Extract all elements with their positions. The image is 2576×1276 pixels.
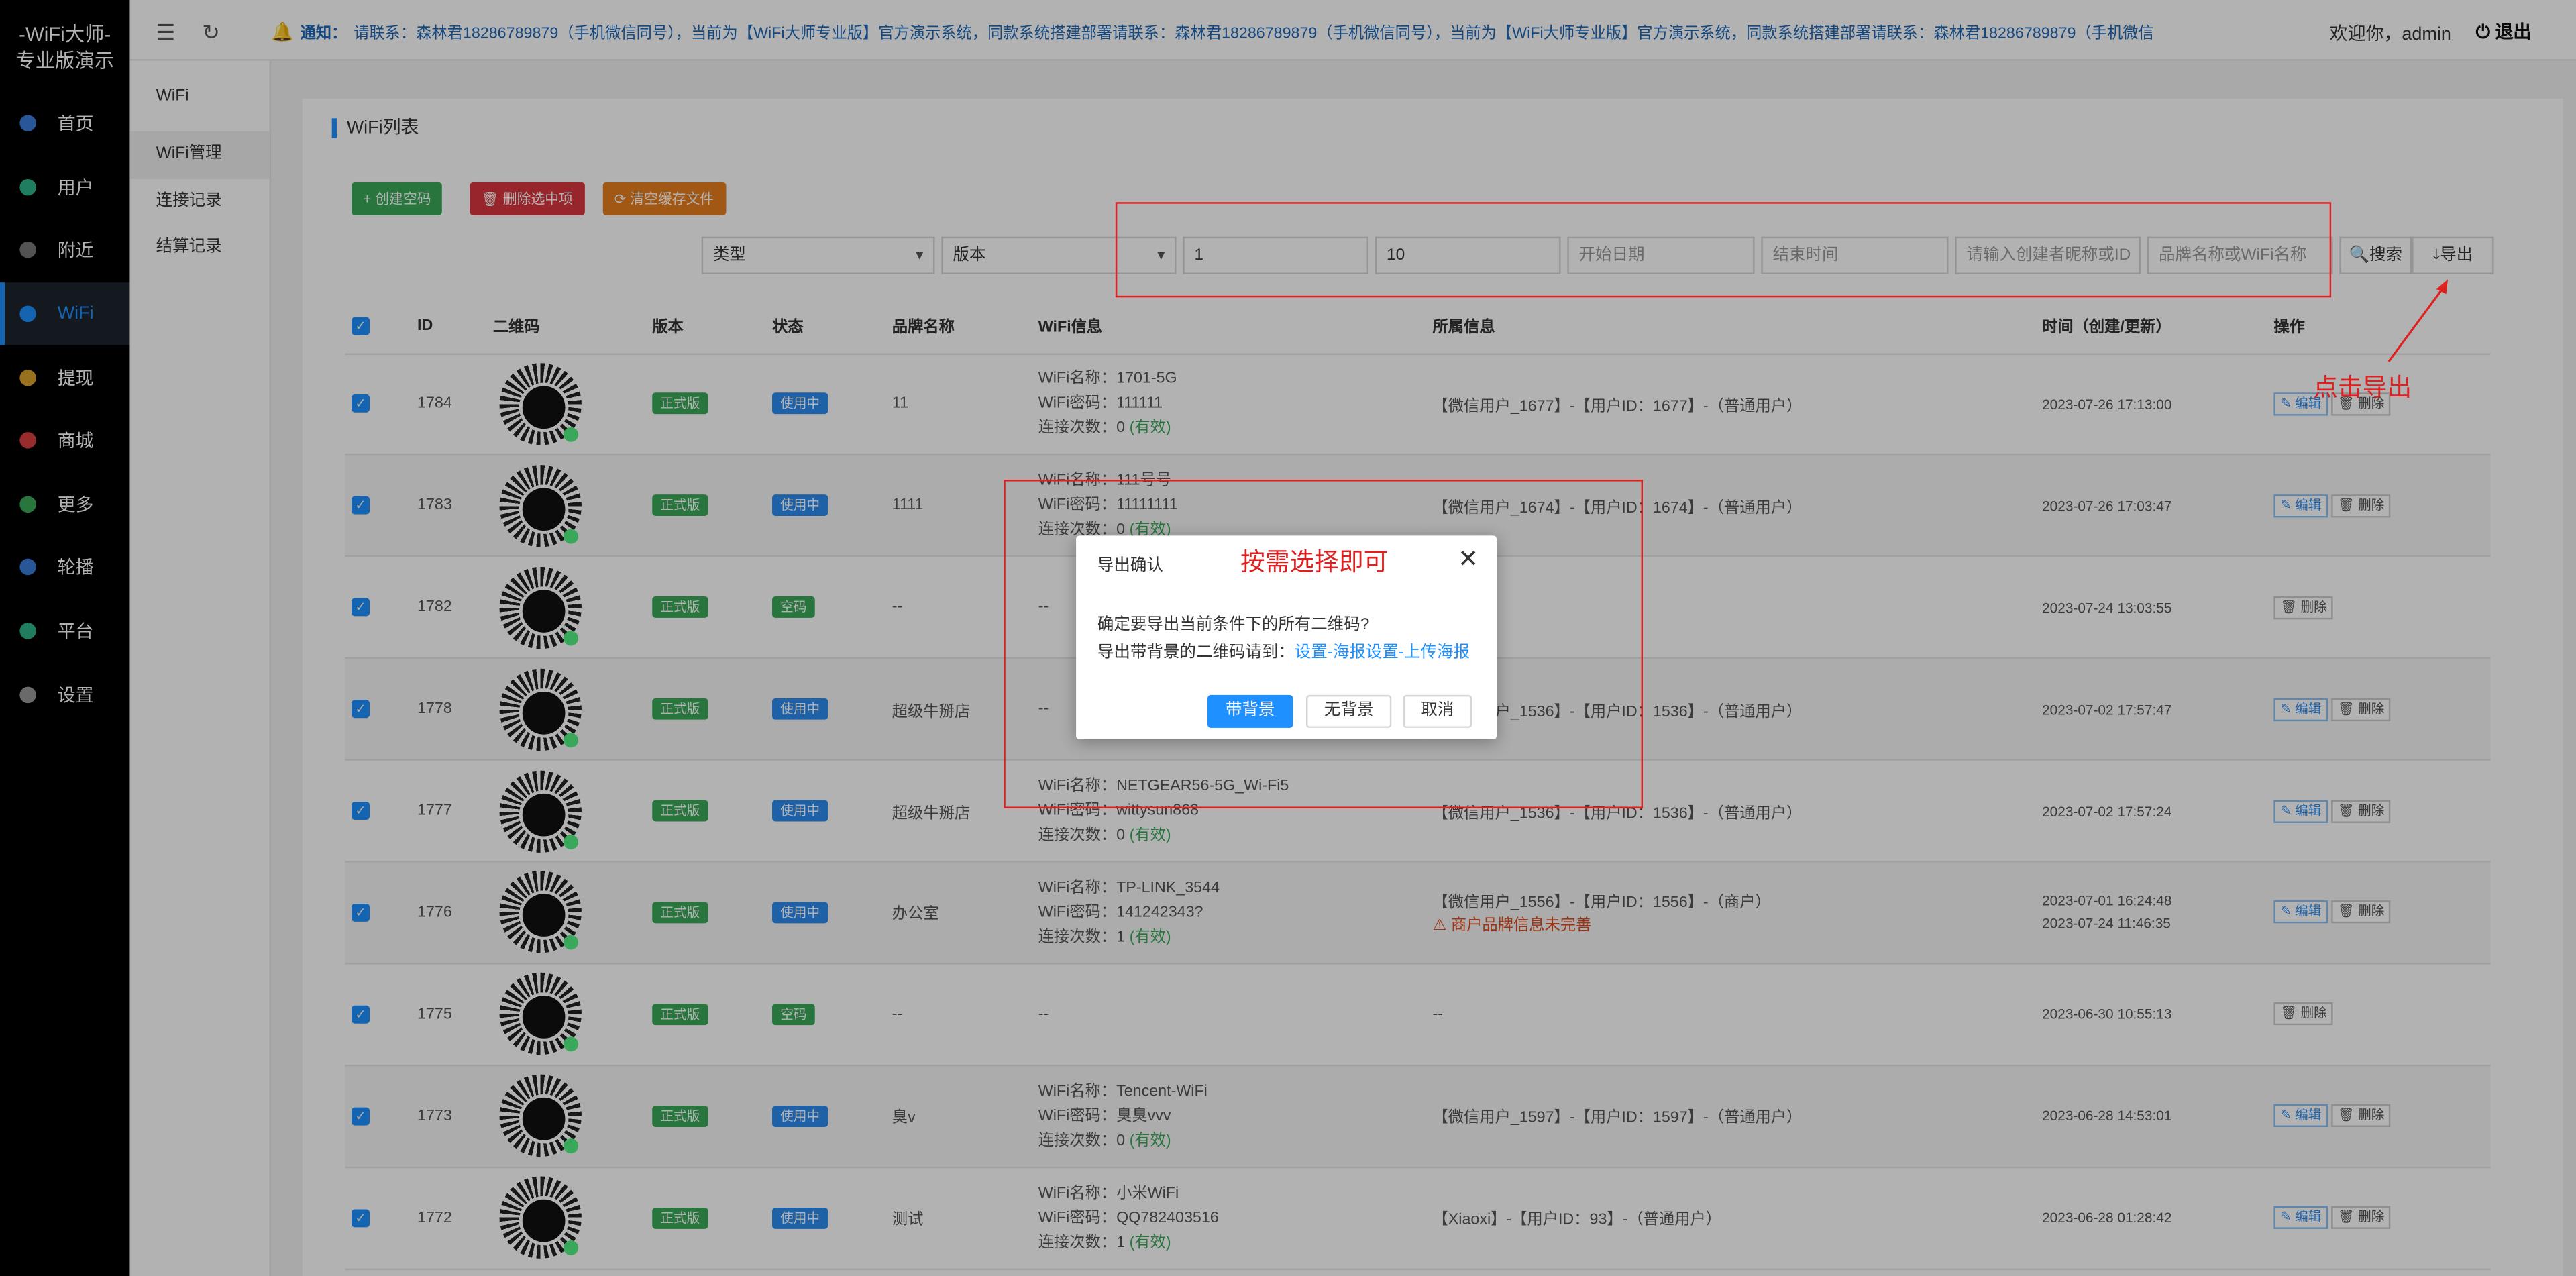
dialog-title: 导出确认 bbox=[1097, 557, 1163, 576]
without-background-button[interactable]: 无背景 bbox=[1305, 694, 1392, 728]
with-background-button[interactable]: 带背景 bbox=[1208, 694, 1293, 728]
wechat-badge-icon bbox=[564, 529, 579, 544]
annotation-export-hint: 点击导出 bbox=[2313, 374, 2412, 403]
cancel-button[interactable]: 取消 bbox=[1403, 694, 1472, 728]
dialog-hint: 导出带背景的二维码请到：设置-海报设置-上传海报 bbox=[1097, 639, 1470, 668]
app-root: -WiFi大师- 专业版演示 首页 用户 附近 WiFi 提现 商城 更多 轮播 平台 设置 ☰ … bbox=[0, 0, 2576, 1276]
close-icon[interactable]: ✕ bbox=[1458, 544, 1479, 574]
annotation-modal-hint: 按需选择即可 bbox=[1240, 548, 1389, 577]
dialog-hint-prefix: 导出带背景的二维码请到： bbox=[1097, 644, 1295, 662]
wechat-badge-icon bbox=[564, 630, 579, 645]
annotation-arrow-icon bbox=[2387, 279, 2449, 362]
wechat-badge-icon bbox=[564, 1240, 579, 1256]
dialog-body: 确定要导出当前条件下的所有二维码? 导出带背景的二维码请到：设置-海报设置-上传… bbox=[1097, 611, 1470, 667]
wechat-badge-icon bbox=[564, 732, 579, 747]
annotation-filter-box bbox=[1115, 202, 2332, 298]
export-confirm-dialog: 导出确认 按需选择即可 ✕ 确定要导出当前条件下的所有二维码? 导出带背景的二维… bbox=[1076, 535, 1497, 740]
wechat-badge-icon bbox=[564, 427, 579, 442]
poster-settings-link[interactable]: 设置-海报设置-上传海报 bbox=[1295, 644, 1470, 662]
dialog-message: 确定要导出当前条件下的所有二维码? bbox=[1097, 616, 1370, 635]
